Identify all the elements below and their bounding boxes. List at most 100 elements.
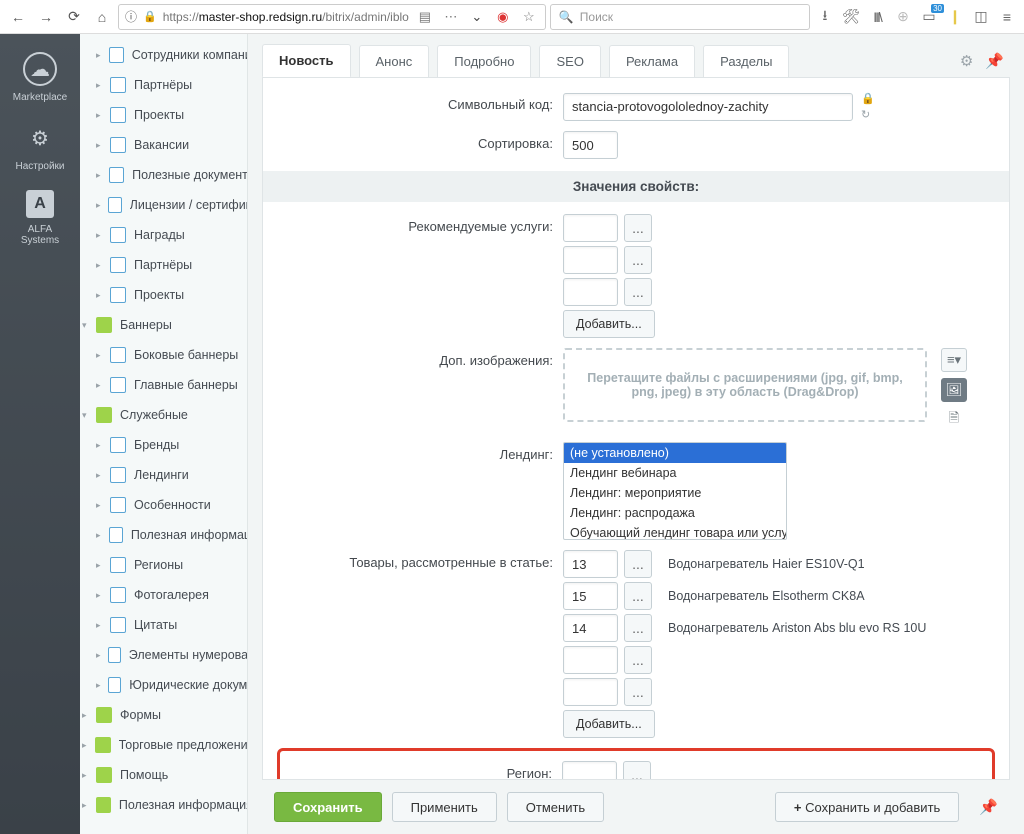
tree-item[interactable]: ▸Партнёры [80, 250, 247, 280]
chevron-icon: ▸ [96, 500, 106, 511]
translate-icon[interactable]: ▭30 [918, 6, 940, 28]
tree-item[interactable]: ▸Особенности [80, 490, 247, 520]
tab-подробно[interactable]: Подробно [437, 45, 531, 77]
dropzone[interactable]: Перетащите файлы с расширениями (jpg, gi… [563, 348, 927, 422]
rec-id-input[interactable] [563, 214, 618, 242]
tree-item[interactable]: ▸Торговые предложения [80, 730, 247, 760]
tree-item[interactable]: ▸Партнёры [80, 70, 247, 100]
pin-icon[interactable]: 📌 [979, 798, 998, 816]
tree-item[interactable]: ▸Полезные документы [80, 160, 247, 190]
home-icon[interactable]: ⌂ [90, 5, 114, 29]
pick-button[interactable]: ... [624, 214, 652, 242]
cancel-button[interactable]: Отменить [507, 792, 604, 822]
rec-id-input[interactable] [563, 246, 618, 274]
save-add-button[interactable]: + Сохранить и добавить [775, 792, 959, 822]
pick-button[interactable]: ... [624, 550, 652, 578]
search-bar[interactable]: 🔍 Поиск [550, 4, 810, 30]
pick-button[interactable]: ... [624, 646, 652, 674]
tree-item[interactable]: ▸Проекты [80, 280, 247, 310]
url-bar[interactable]: ⓘ 🔒 https://master-shop.redsign.ru/bitri… [118, 4, 546, 30]
tree-item[interactable]: ▸Боковые баннеры [80, 340, 247, 370]
reload-icon[interactable]: ⟳ [62, 5, 86, 29]
region-highlight: Регион: ... Добавить... [277, 748, 995, 780]
tree-label: Партнёры [134, 258, 192, 272]
tab-анонс[interactable]: Анонс [359, 45, 430, 77]
tree-item[interactable]: ▸Элементы нумерованного [80, 640, 247, 670]
star-icon[interactable]: ☆ [519, 7, 539, 27]
code-input[interactable] [563, 93, 853, 121]
sort-input[interactable] [563, 131, 618, 159]
product-id-input[interactable] [563, 646, 618, 674]
tab-разделы[interactable]: Разделы [703, 45, 789, 77]
tree-item[interactable]: ▸Бренды [80, 430, 247, 460]
save-button[interactable]: Сохранить [274, 792, 382, 822]
apply-button[interactable]: Применить [392, 792, 497, 822]
tree-item[interactable]: ▸Лицензии / сертификаты [80, 190, 247, 220]
label-products: Товары, рассмотренные в статье: [281, 550, 563, 570]
ublock-icon[interactable]: ◉ [493, 7, 513, 27]
region-id-input[interactable] [562, 761, 617, 780]
lock-field-icon[interactable]: 🔒 [861, 92, 875, 105]
tree-item[interactable]: ▸Полезная информация [80, 520, 247, 550]
pick-button[interactable]: ... [623, 761, 651, 780]
tab-seo[interactable]: SEO [539, 45, 600, 77]
download-icon[interactable]: ⭳ [814, 6, 836, 28]
tree-item[interactable]: ▸Фотогалерея [80, 580, 247, 610]
pick-button[interactable]: ... [624, 582, 652, 610]
menu-icon[interactable]: ≡ [996, 6, 1018, 28]
landing-option[interactable]: Лендинг вебинара [564, 463, 786, 483]
tree-item[interactable]: ▸Вакансии [80, 130, 247, 160]
tree-item[interactable]: ▸Награды [80, 220, 247, 250]
more-icon[interactable]: ⋯ [441, 7, 461, 27]
landing-option[interactable]: Обучающий лендинг товара или услуги [564, 523, 786, 540]
tree-item[interactable]: ▾Баннеры [80, 310, 247, 340]
refresh-code-icon[interactable]: ↻ [861, 108, 875, 121]
tree-item[interactable]: ▸Проекты [80, 100, 247, 130]
landing-option[interactable]: Лендинг: распродажа [564, 503, 786, 523]
tree-item[interactable]: ▸Формы [80, 700, 247, 730]
tree-item[interactable]: ▸Главные баннеры [80, 370, 247, 400]
settings-icon[interactable]: ⚙ [960, 52, 973, 70]
pick-button[interactable]: ... [624, 614, 652, 642]
landing-option[interactable]: (не установлено) [564, 443, 786, 463]
tab-новость[interactable]: Новость [262, 44, 351, 78]
landing-listbox[interactable]: (не установлено)Лендинг вебинараЛендинг:… [563, 442, 787, 540]
add-button[interactable]: Добавить... [563, 310, 655, 338]
tree-item[interactable]: ▸Сотрудники компании [80, 40, 247, 70]
tree-item[interactable]: ▸Юридические документы [80, 670, 247, 700]
rec-id-input[interactable] [563, 278, 618, 306]
tree-item[interactable]: ▸Лендинги [80, 460, 247, 490]
landing-option[interactable]: Лендинг: мероприятие [564, 483, 786, 503]
back-icon[interactable]: ← [6, 5, 30, 29]
devtools-icon[interactable]: 🛠 [840, 6, 862, 28]
rail-settings[interactable]: ⚙ Настройки [15, 121, 64, 172]
pick-button[interactable]: ... [624, 678, 652, 706]
add-button[interactable]: Добавить... [563, 710, 655, 738]
pick-button[interactable]: ... [624, 246, 652, 274]
tab-реклама[interactable]: Реклама [609, 45, 695, 77]
product-id-input[interactable] [563, 678, 618, 706]
sidebar-icon[interactable]: ◫ [970, 6, 992, 28]
sidebar-tree[interactable]: ▸Сотрудники компании▸Партнёры▸Проекты▸Ва… [80, 34, 248, 834]
dz-file-icon[interactable]: 🗎 [941, 408, 967, 432]
dz-menu-icon[interactable]: ≡▾ [941, 348, 967, 372]
rail-alfa[interactable]: A ALFA Systems [21, 190, 59, 246]
library-icon[interactable]: III\ [866, 6, 888, 28]
pick-button[interactable]: ... [624, 278, 652, 306]
tree-item[interactable]: ▸Регионы [80, 550, 247, 580]
forward-icon[interactable]: → [34, 5, 58, 29]
product-id-input[interactable] [563, 550, 618, 578]
bulb-icon[interactable]: ❙ [944, 6, 966, 28]
tree-item[interactable]: ▸Полезная информация [80, 790, 247, 820]
tree-item[interactable]: ▾Служебные [80, 400, 247, 430]
dz-image-icon[interactable]: 🖼 [941, 378, 967, 402]
tree-item[interactable]: ▸Помощь [80, 760, 247, 790]
product-id-input[interactable] [563, 582, 618, 610]
reader-icon[interactable]: ▤ [415, 7, 435, 27]
ext-globe-icon[interactable]: ⊕ [892, 6, 914, 28]
pin-icon[interactable]: 📌 [985, 52, 1004, 70]
rail-marketplace[interactable]: ☁ Marketplace [13, 52, 67, 103]
product-id-input[interactable] [563, 614, 618, 642]
tree-item[interactable]: ▸Цитаты [80, 610, 247, 640]
pocket-icon[interactable]: ⌄ [467, 7, 487, 27]
